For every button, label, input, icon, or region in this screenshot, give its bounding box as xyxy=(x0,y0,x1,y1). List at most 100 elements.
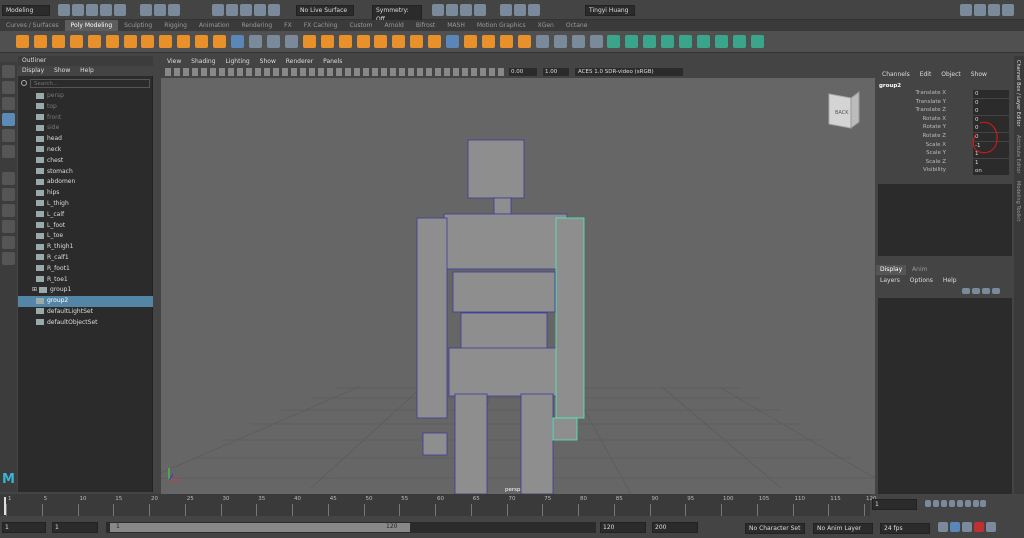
channel-value-field[interactable]: 0 xyxy=(973,90,1009,98)
save-scene-icon[interactable] xyxy=(85,4,98,16)
select-hierarchy-icon[interactable] xyxy=(140,4,152,16)
channel-row-visibility[interactable]: Visibility on xyxy=(876,167,1014,176)
new-empty-layer-icon[interactable] xyxy=(981,288,990,294)
multi-cut-icon[interactable] xyxy=(446,35,460,48)
channels-menu-channels[interactable]: Channels xyxy=(878,70,914,80)
go-to-end-icon[interactable] xyxy=(980,500,987,507)
hypershade-icon[interactable] xyxy=(473,4,486,16)
layers-menu-options[interactable]: Options xyxy=(906,276,937,286)
search-layout-icon[interactable] xyxy=(2,252,15,265)
shelf-tab-sculpting[interactable]: Sculpting xyxy=(118,20,158,31)
live-surface-dropdown[interactable]: No Live Surface xyxy=(296,5,354,16)
combine-icon[interactable] xyxy=(248,35,262,48)
go-to-start-icon[interactable] xyxy=(925,500,931,507)
redo-icon[interactable] xyxy=(113,4,126,16)
layer-tab-display[interactable]: Display xyxy=(876,265,907,275)
poly-torus-icon[interactable] xyxy=(87,35,101,48)
range-slider[interactable]: 1 120 xyxy=(106,522,596,533)
move-layer-down-icon[interactable] xyxy=(971,288,980,294)
outliner-item-r_foot1[interactable]: R_foot1 xyxy=(18,264,153,275)
layers-menu-layers[interactable]: Layers xyxy=(876,276,904,286)
shelf-tab-fx[interactable]: FX xyxy=(278,20,298,31)
outliner-item-group1[interactable]: ⊞ group1 xyxy=(18,285,153,296)
outliner-menu-help[interactable]: Help xyxy=(76,66,98,76)
outliner-search-input[interactable] xyxy=(30,79,150,88)
extrude-icon[interactable] xyxy=(374,35,388,48)
poly-cone-icon[interactable] xyxy=(69,35,83,48)
neck-mesh[interactable] xyxy=(493,197,512,215)
viewport-menu-lighting[interactable]: Lighting xyxy=(221,57,253,67)
right-hand-mesh[interactable] xyxy=(552,417,578,441)
poly-cylinder-icon[interactable] xyxy=(51,35,65,48)
outliner-item-hips[interactable]: hips xyxy=(18,188,153,199)
snap-curve-icon[interactable] xyxy=(225,4,238,16)
insert-edge-loop-icon[interactable] xyxy=(571,35,585,48)
time-ticks[interactable]: 1 5 10 15 20 25 30 35 40 45 50 55 60 65 70 75 80 85 90 95 10… xyxy=(0,494,877,516)
channels-menu-edit[interactable]: Edit xyxy=(916,70,936,80)
shelf-tab-mash[interactable]: MASH xyxy=(441,20,471,31)
channel-value-field[interactable]: 0 xyxy=(973,107,1009,116)
hips-mesh[interactable] xyxy=(448,347,559,397)
channel-row-translate-y[interactable]: Translate Y 0 xyxy=(876,98,1014,108)
outliner-item-r_toe1[interactable]: R_toe1 xyxy=(18,275,153,286)
poly-sphere-icon[interactable] xyxy=(16,35,29,48)
step-forward-frame-icon[interactable] xyxy=(964,500,971,507)
lasso-tool-icon[interactable] xyxy=(2,81,15,94)
uv-unfold-icon[interactable] xyxy=(697,35,711,48)
shelf-tab-poly-modeling[interactable]: Poly Modeling xyxy=(64,20,119,31)
shelf-tab-custom[interactable]: Custom xyxy=(343,20,378,31)
mode-dropdown[interactable]: Modeling xyxy=(2,5,50,16)
outliner-item-group2[interactable]: group2 xyxy=(18,296,153,307)
four-view-layout-icon[interactable] xyxy=(2,188,15,201)
character-icon[interactable] xyxy=(949,522,960,532)
outliner-item-abdomen[interactable]: abdomen xyxy=(18,177,153,188)
merge-icon[interactable] xyxy=(481,35,495,48)
move-tool-icon[interactable] xyxy=(2,113,15,126)
fill-hole-icon[interactable] xyxy=(410,35,424,48)
platonic-solid-icon[interactable] xyxy=(141,35,155,48)
channels-menu-show[interactable]: Show xyxy=(967,70,991,80)
render-icon[interactable] xyxy=(432,4,444,16)
playback-start-field[interactable]: 1 xyxy=(52,522,98,533)
render-settings-icon[interactable] xyxy=(459,4,472,16)
persp-graph-layout-icon[interactable] xyxy=(2,220,15,233)
shelf-tab-xgen[interactable]: XGen xyxy=(532,20,560,31)
outliner-item-r_calf1[interactable]: R_calf1 xyxy=(18,253,153,264)
svg-icon[interactable] xyxy=(213,35,227,48)
super-shape-icon[interactable] xyxy=(159,35,173,48)
outliner-menu-show[interactable]: Show xyxy=(50,66,74,76)
play-backwards-icon[interactable] xyxy=(948,500,955,507)
layers-menu-help[interactable]: Help xyxy=(939,276,961,286)
select-tool-icon[interactable] xyxy=(2,65,15,78)
group2-mirrored-arm[interactable] xyxy=(552,217,585,441)
uv-layout-icon[interactable] xyxy=(679,35,693,48)
exposure-field[interactable]: 0.00 xyxy=(509,68,537,76)
animation-preferences-icon[interactable] xyxy=(973,522,984,532)
undo-icon[interactable] xyxy=(99,4,112,16)
auto-key-icon[interactable] xyxy=(961,522,972,532)
viewport-menu-shading[interactable]: Shading xyxy=(187,57,219,67)
step-back-frame-icon[interactable] xyxy=(940,500,947,507)
construction-history-icon[interactable] xyxy=(527,4,540,16)
playback-end-field[interactable]: 120 xyxy=(600,522,646,533)
uv-checker-icon[interactable] xyxy=(714,35,728,48)
viewport-icon-bar[interactable] xyxy=(165,68,505,76)
side-by-side-layout-icon[interactable] xyxy=(2,204,15,217)
sweep-mesh-icon[interactable] xyxy=(177,35,191,48)
outliner-item-r_thigh1[interactable]: R_thigh1 xyxy=(18,242,153,253)
paint-select-tool-icon[interactable] xyxy=(2,97,15,110)
outliner-item-defaultobjectset[interactable]: defaultObjectSet xyxy=(18,318,153,329)
new-layer-selected-icon[interactable] xyxy=(991,288,1000,294)
viewport-menu-renderer[interactable]: Renderer xyxy=(282,57,317,67)
open-scene-icon[interactable] xyxy=(71,4,84,16)
uv-sew-icon[interactable] xyxy=(750,35,764,48)
fps-dropdown[interactable]: 24 fps xyxy=(880,523,930,534)
outliner-item-head[interactable]: head xyxy=(18,134,153,145)
play-forwards-icon[interactable] xyxy=(956,500,963,507)
outliner-item-stomach[interactable]: stomach xyxy=(18,167,153,178)
stomach-mesh[interactable] xyxy=(452,271,556,313)
attribute-editor-toggle-icon[interactable] xyxy=(987,4,1000,16)
outliner-item-l_thigh[interactable]: L_thigh xyxy=(18,199,153,210)
outliner-item-persp[interactable]: persp xyxy=(18,91,153,102)
sound-icon[interactable] xyxy=(985,522,996,532)
